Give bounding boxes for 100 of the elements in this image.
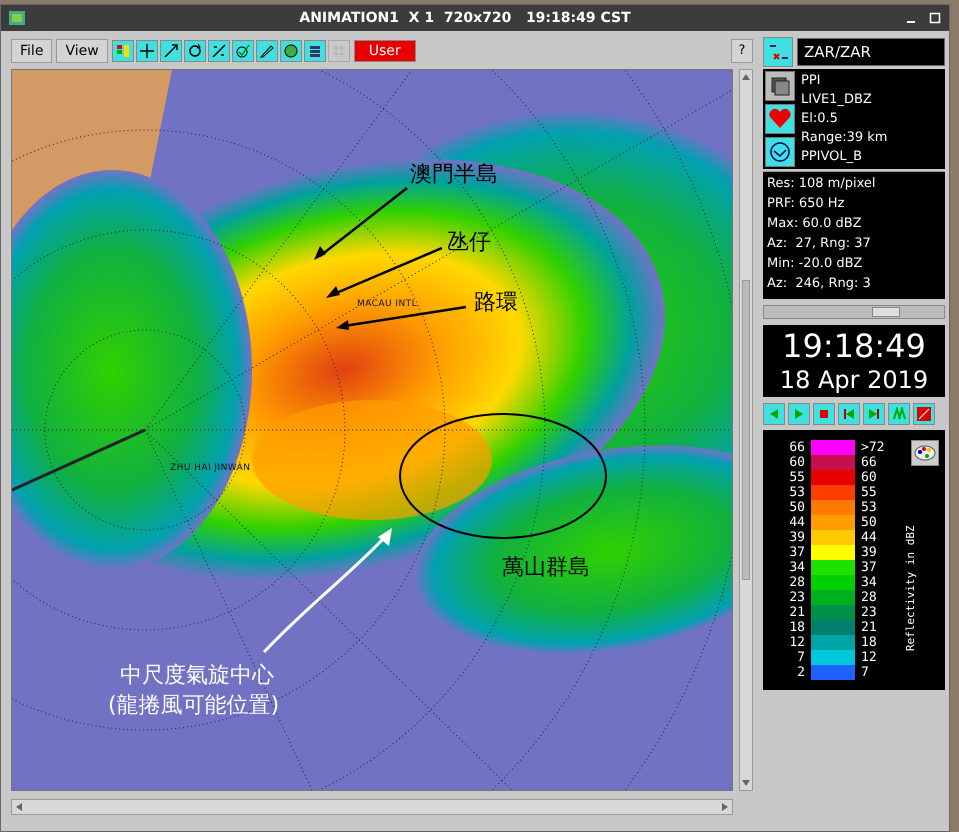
last-frame-icon xyxy=(867,407,881,421)
toolbar-button[interactable] xyxy=(160,40,182,62)
legend-value: 44 xyxy=(789,515,805,530)
scroll-up-icon[interactable] xyxy=(741,72,751,82)
arrow-icon xyxy=(162,43,179,59)
legend-value: 21 xyxy=(789,605,805,620)
toolbar-button[interactable] xyxy=(304,40,326,62)
horizontal-scrollbar[interactable] xyxy=(11,799,733,815)
animation-button[interactable] xyxy=(813,403,835,425)
animation-button[interactable] xyxy=(863,403,885,425)
legend-value: 7 xyxy=(797,650,805,665)
product-info: PPI xyxy=(801,72,822,90)
legend-value: 53 xyxy=(789,485,805,500)
legend-value: 60 xyxy=(789,455,805,470)
legend-value: 44 xyxy=(861,530,878,545)
animation-button[interactable] xyxy=(888,403,910,425)
fraction-icon xyxy=(210,43,227,59)
product-info: El:0.5 xyxy=(801,110,839,128)
legend-value: 23 xyxy=(861,605,878,620)
refresh-icon xyxy=(186,43,203,59)
legend-value: 18 xyxy=(861,635,878,650)
app-icon xyxy=(9,11,25,25)
map-annotation: (龍捲風可能位置) xyxy=(108,693,280,719)
first-frame-icon xyxy=(842,407,856,421)
legend-value: 50 xyxy=(861,515,878,530)
legend-value: 28 xyxy=(861,590,878,605)
time-display: 19:18:49 xyxy=(782,327,926,365)
pen-icon xyxy=(258,43,275,59)
stop-icon xyxy=(817,407,831,421)
toolbar-button[interactable] xyxy=(136,40,158,62)
stat-line: Max: 60.0 dBZ xyxy=(767,215,863,233)
legend-value: 66 xyxy=(789,440,805,455)
scroll-right-icon[interactable] xyxy=(720,802,730,812)
menu-button[interactable]: View xyxy=(56,39,108,63)
legend-value: >72 xyxy=(861,440,886,455)
help-button[interactable]: ? xyxy=(731,39,753,63)
animation-button[interactable] xyxy=(763,403,785,425)
toolbar-button[interactable] xyxy=(280,40,302,62)
stat-line: PRF: 650 Hz xyxy=(767,195,846,213)
crosshair-icon xyxy=(138,43,155,59)
legend-value: 12 xyxy=(789,635,805,650)
legend-value: 55 xyxy=(789,470,805,485)
color-bars-icon xyxy=(114,43,131,59)
toolbar-button[interactable] xyxy=(208,40,230,62)
legend-value: 34 xyxy=(861,575,878,590)
map-label: ZHU HAI JINWAN xyxy=(170,462,250,475)
legend-value: 28 xyxy=(789,575,805,590)
map-annotation: 路環 xyxy=(474,290,518,316)
stat-line: Az: 246, Rng: 3 xyxy=(767,275,872,293)
grid-icon xyxy=(330,43,347,59)
legend-title: Reflectivity in dBZ xyxy=(902,524,918,654)
legend-value: 34 xyxy=(789,560,805,575)
legend-value: 66 xyxy=(861,455,878,470)
map-annotation: 澳門半島 xyxy=(410,162,498,188)
site-field: ZAR/ZAR xyxy=(797,38,945,66)
scroll-left-icon[interactable] xyxy=(14,802,24,812)
map-annotation: 中尺度氣旋中心 xyxy=(120,663,274,689)
arrow-icon xyxy=(312,186,410,262)
toolbar-button[interactable] xyxy=(184,40,206,62)
legend-value: 50 xyxy=(789,500,805,515)
user-button[interactable]: User xyxy=(354,40,416,62)
legend-value: 7 xyxy=(861,665,870,680)
legend-value: 18 xyxy=(789,620,805,635)
window-title: ANIMATION1 X 1 720x720 19:18:49 CST xyxy=(298,8,632,28)
product-info: Range:39 km xyxy=(801,129,888,147)
legend-value: 23 xyxy=(789,590,805,605)
legend-value: 53 xyxy=(861,500,878,515)
legend-value: 21 xyxy=(861,620,878,635)
arrow-icon xyxy=(324,246,444,300)
slider-thumb[interactable] xyxy=(872,307,900,317)
map-label: MACAU INTL xyxy=(357,298,418,311)
animation-button[interactable] xyxy=(913,403,935,425)
animation-button[interactable] xyxy=(838,403,860,425)
scroll-thumb[interactable] xyxy=(742,280,750,580)
legend-value: 60 xyxy=(861,470,878,485)
radar-map[interactable]: MACAU INTL ZHU HAI JINWAN 澳門半島 氹仔 路環 萬山群島 中尺度氣旋中心 (龍捲風可能位置) xyxy=(12,70,732,790)
stat-line: Res: 108 m/pixel xyxy=(767,175,876,193)
frame-slider[interactable] xyxy=(763,305,945,319)
legend-value: 55 xyxy=(861,485,878,500)
legend-value: 37 xyxy=(861,560,878,575)
legend-value: 39 xyxy=(861,545,878,560)
legend-value: 37 xyxy=(789,545,805,560)
maximize-icon[interactable] xyxy=(929,12,941,24)
palette-icon[interactable] xyxy=(911,440,939,466)
legend-value: 39 xyxy=(789,530,805,545)
product-info: LIVE1_DBZ xyxy=(801,91,873,109)
product-info: PPIVOL_B xyxy=(801,148,864,166)
stat-line: Min: -20.0 dBZ xyxy=(767,255,864,273)
menu-button[interactable]: File xyxy=(11,39,52,63)
scroll-down-icon[interactable] xyxy=(741,778,751,788)
toolbar-button[interactable] xyxy=(256,40,278,62)
map-annotation: 萬山群島 xyxy=(502,555,590,581)
check-circle-icon xyxy=(234,43,251,59)
stat-line: Az: 27, Rng: 37 xyxy=(767,235,872,253)
date-display: 18 Apr 2019 xyxy=(780,365,928,395)
map-annotation: 氹仔 xyxy=(447,230,491,256)
animation-button[interactable] xyxy=(788,403,810,425)
toolbar-button[interactable] xyxy=(232,40,254,62)
legend-value: 2 xyxy=(797,665,805,680)
vertical-scrollbar[interactable] xyxy=(739,69,753,791)
